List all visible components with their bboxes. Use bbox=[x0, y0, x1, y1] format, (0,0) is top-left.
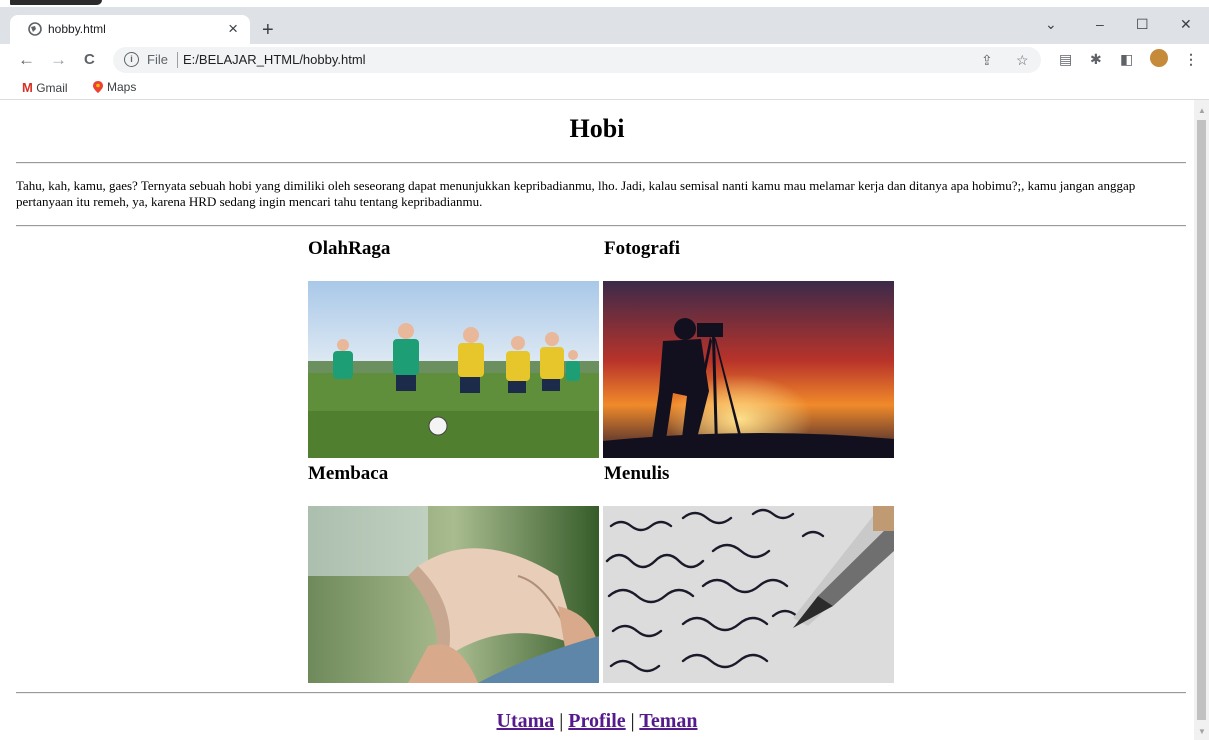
address-bar[interactable]: i File E:/BELAJAR_HTML/hobby.html ⇪ ☆ bbox=[113, 47, 1041, 73]
scroll-up-arrow-icon[interactable]: ▲ bbox=[1198, 106, 1206, 115]
site-info-icon[interactable]: i bbox=[124, 52, 139, 67]
minimize-button[interactable]: – bbox=[1096, 16, 1104, 32]
profile-avatar[interactable] bbox=[1150, 49, 1168, 67]
vertical-scrollbar[interactable]: ▲ ▼ bbox=[1194, 100, 1209, 740]
side-panel-icon[interactable]: ◧ bbox=[1120, 51, 1133, 68]
footer-link-utama[interactable]: Utama bbox=[497, 710, 555, 732]
footer-nav: Utama | Profile | Teman bbox=[8, 710, 1186, 733]
hobby-heading-olahraga: OlahRaga bbox=[308, 238, 391, 259]
bookmark-label: Maps bbox=[107, 80, 137, 94]
intro-paragraph: Tahu, kah, kamu, gaes? Ternyata sebuah h… bbox=[16, 178, 1136, 209]
tab-title: hobby.html bbox=[48, 22, 106, 36]
scroll-down-arrow-icon[interactable]: ▼ bbox=[1198, 727, 1206, 736]
maximize-button[interactable]: ☐ bbox=[1136, 16, 1149, 33]
browser-toolbar: ← → C i File E:/BELAJAR_HTML/hobby.html … bbox=[0, 44, 1209, 77]
page-content: Hobi Tahu, kah, kamu, gaes? Ternyata seb… bbox=[8, 100, 1194, 740]
scheme-label: File bbox=[147, 52, 168, 67]
desktop-fragment bbox=[10, 0, 102, 5]
sport-photo bbox=[308, 281, 599, 458]
divider-middle bbox=[16, 225, 1186, 227]
gmail-icon: M bbox=[22, 80, 33, 95]
menu-icon[interactable]: ⋮ bbox=[1184, 51, 1198, 68]
hobby-heading-membaca: Membaca bbox=[308, 463, 389, 484]
globe-icon bbox=[28, 22, 42, 36]
url-text[interactable]: E:/BELAJAR_HTML/hobby.html bbox=[183, 52, 366, 67]
page-title: Hobi bbox=[569, 114, 625, 143]
reload-button[interactable]: C bbox=[84, 50, 95, 70]
divider-bottom bbox=[16, 692, 1186, 694]
extensions-icon[interactable]: ✱ bbox=[1090, 51, 1102, 68]
photography-photo bbox=[603, 281, 894, 458]
maps-icon bbox=[93, 81, 103, 93]
tab-search-chevron-icon[interactable]: ⌄ bbox=[1045, 16, 1057, 33]
footer-separator: | bbox=[559, 710, 564, 732]
cast-icon[interactable]: ▤ bbox=[1059, 51, 1072, 68]
tab-bar: hobby.html × + ⌄ – ☐ ✕ bbox=[0, 7, 1209, 44]
bookmark-maps[interactable]: Maps bbox=[93, 80, 136, 94]
desktop-strip bbox=[0, 0, 1209, 7]
footer-link-profile[interactable]: Profile bbox=[568, 710, 625, 732]
footer-separator: | bbox=[630, 710, 635, 732]
back-button[interactable]: ← bbox=[18, 50, 35, 70]
bookmark-gmail[interactable]: M Gmail bbox=[22, 80, 68, 95]
writing-photo bbox=[603, 506, 894, 683]
new-tab-button[interactable]: + bbox=[262, 20, 274, 40]
bookmarks-bar: M Gmail Maps bbox=[0, 77, 1209, 100]
close-window-button[interactable]: ✕ bbox=[1180, 16, 1192, 33]
bookmark-label: Gmail bbox=[36, 81, 68, 95]
hobby-heading-menulis: Menulis bbox=[604, 463, 670, 484]
hobby-heading-fotografi: Fotografi bbox=[604, 238, 680, 259]
tab-close-icon[interactable]: × bbox=[228, 19, 238, 39]
share-icon[interactable]: ⇪ bbox=[981, 52, 993, 69]
tab-hobby[interactable]: hobby.html × bbox=[10, 15, 250, 44]
address-separator bbox=[177, 52, 178, 68]
bookmark-star-icon[interactable]: ☆ bbox=[1016, 52, 1029, 69]
divider-top bbox=[16, 162, 1186, 164]
footer-link-teman[interactable]: Teman bbox=[639, 710, 697, 732]
reading-photo bbox=[308, 506, 599, 683]
scrollbar-thumb[interactable] bbox=[1197, 120, 1206, 720]
forward-button[interactable]: → bbox=[50, 50, 67, 70]
